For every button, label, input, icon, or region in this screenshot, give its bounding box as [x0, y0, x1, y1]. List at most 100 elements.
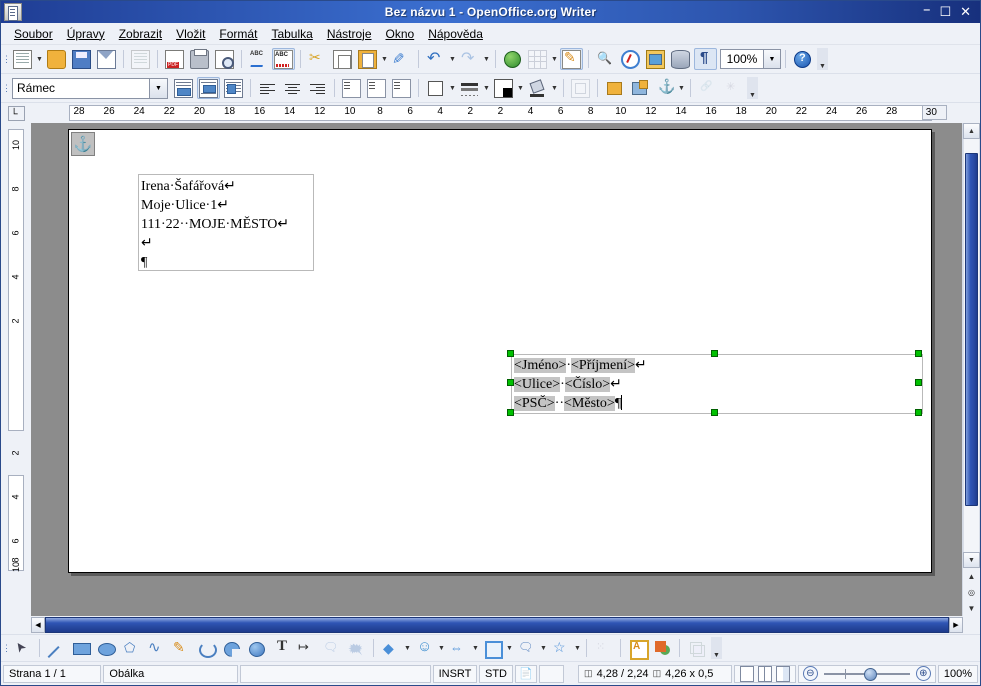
- formatting-marks-button[interactable]: [694, 48, 717, 70]
- line-style-button[interactable]: [458, 77, 481, 99]
- border-style-dropdown[interactable]: ▼: [448, 77, 457, 99]
- drawing-toolbar-grip[interactable]: ⋮: [2, 638, 11, 658]
- field-psc[interactable]: <PSČ>: [514, 396, 555, 411]
- scroll-down-button[interactable]: ▼: [963, 552, 980, 568]
- open-button[interactable]: [45, 48, 68, 70]
- circle-segment-button[interactable]: [245, 637, 268, 659]
- zoom-slider-thumb[interactable]: [864, 667, 878, 681]
- multi-page-view-icon[interactable]: [757, 665, 772, 682]
- zoom-slider[interactable]: ⊖ ⊕: [797, 664, 936, 683]
- insert-table-button[interactable]: [526, 48, 549, 70]
- copy-button[interactable]: [331, 48, 354, 70]
- menu-tabulka[interactable]: Tabulka: [264, 25, 319, 43]
- stars-button[interactable]: [549, 637, 572, 659]
- sender-address-frame[interactable]: Irena·Šafářová↵ Moje·Ulice·1↵ 111·22··MO…: [138, 174, 314, 271]
- resize-handle-bottom-right[interactable]: [915, 409, 922, 416]
- symbol-shapes-button[interactable]: [413, 637, 436, 659]
- selection-mode-field[interactable]: STD: [479, 664, 513, 683]
- zoom-slider-track[interactable]: [823, 667, 910, 681]
- menu-soubor[interactable]: Soubor: [7, 25, 60, 43]
- vertical-scroll-thumb[interactable]: [965, 153, 978, 506]
- menu-vlozit[interactable]: Vložit: [169, 25, 212, 43]
- standard-toolbar-overflow[interactable]: ▼: [817, 48, 828, 70]
- line-color-dropdown[interactable]: ▼: [516, 77, 525, 99]
- edit-points-button[interactable]: [592, 637, 615, 659]
- rectangle-tool-button[interactable]: [70, 637, 93, 659]
- callout-shapes-dropdown[interactable]: ▼: [539, 637, 548, 659]
- block-arrows-dropdown[interactable]: ▼: [471, 637, 480, 659]
- minimize-button[interactable]: –: [923, 1, 931, 16]
- send-to-back-button[interactable]: [628, 77, 651, 99]
- print-button[interactable]: [188, 48, 211, 70]
- menu-zobrazit[interactable]: Zobrazit: [112, 25, 169, 43]
- menu-format[interactable]: Formát: [212, 25, 264, 43]
- email-document-button[interactable]: [95, 48, 118, 70]
- maximize-button[interactable]: ☐: [939, 6, 951, 19]
- edit-mode-button[interactable]: [560, 48, 583, 70]
- page-count-field[interactable]: Strana 1 / 1: [3, 664, 102, 683]
- menu-okno[interactable]: Okno: [379, 25, 422, 43]
- autospellcheck-button[interactable]: [272, 48, 295, 70]
- align-top-button[interactable]: [340, 77, 363, 99]
- resize-handle-top-left[interactable]: [507, 350, 514, 357]
- curve-tool-button[interactable]: [145, 637, 168, 659]
- menu-upravy[interactable]: Úpravy: [60, 25, 112, 43]
- view-layout-field[interactable]: [733, 664, 796, 683]
- tab-stop-icon[interactable]: [7, 105, 25, 121]
- frame-toolbar-grip[interactable]: ⋮: [2, 78, 11, 98]
- bring-to-front-button[interactable]: [603, 77, 626, 99]
- document-page[interactable]: ⚓ Irena·Šafářová↵ Moje·Ulice·1↵ 111·22··…: [68, 129, 932, 573]
- recipient-frame-selection[interactable]: <Jméno>·<Příjmení>↵ <Ulice>·<Číslo>↵ <PS…: [507, 350, 923, 416]
- export-pdf-button[interactable]: [163, 48, 186, 70]
- freeform-line-button[interactable]: [170, 637, 193, 659]
- symbol-shapes-dropdown[interactable]: ▼: [437, 637, 446, 659]
- save-button[interactable]: [70, 48, 93, 70]
- select-tool-button[interactable]: [11, 637, 34, 659]
- basic-shapes-button[interactable]: [379, 637, 402, 659]
- frame-properties-button[interactable]: [569, 77, 592, 99]
- background-color-dropdown[interactable]: ▼: [550, 77, 559, 99]
- fontwork-button[interactable]: [626, 637, 649, 660]
- align-center-button[interactable]: [281, 77, 304, 99]
- vertical-scrollbar[interactable]: ▲ ▼ ▲ ◎ ▼: [962, 123, 980, 616]
- undo-button[interactable]: [424, 48, 447, 70]
- scroll-left-button[interactable]: ◀: [31, 617, 45, 633]
- ruler-corner[interactable]: [1, 103, 31, 123]
- border-style-button[interactable]: [424, 77, 447, 99]
- redo-dropdown[interactable]: ▼: [482, 48, 491, 70]
- vertical-callout-button[interactable]: [345, 637, 368, 661]
- previous-page-button[interactable]: ▲: [963, 568, 980, 584]
- menu-napoveda[interactable]: Nápověda: [421, 25, 490, 43]
- frame-toolbar-overflow[interactable]: ▼: [747, 77, 758, 99]
- resize-handle-bottom-left[interactable]: [507, 409, 514, 416]
- language-field[interactable]: [239, 664, 431, 683]
- field-ulice[interactable]: <Ulice>: [514, 377, 561, 392]
- basic-shapes-dropdown[interactable]: ▼: [403, 637, 412, 659]
- scroll-right-button[interactable]: ▶: [949, 617, 963, 633]
- position-size-field[interactable]: ◫ 4,28 / 2,24 ◫ 4,26 x 0,5: [578, 664, 732, 683]
- horizontal-ruler[interactable]: 28 26 24 22 20 18 16 14 12 10 8 6 4 2 2 4 6 8 10 12 14 16 18 20…: [31, 103, 966, 123]
- extrusion-button[interactable]: [685, 637, 708, 659]
- stars-dropdown[interactable]: ▼: [573, 637, 582, 659]
- ellipse-tool-button[interactable]: [95, 637, 118, 659]
- menu-nastroje[interactable]: Nástroje: [320, 25, 379, 43]
- line-color-button[interactable]: [492, 77, 515, 99]
- navigation-select-button[interactable]: ◎: [963, 584, 980, 600]
- digital-signature-field[interactable]: [539, 664, 565, 683]
- align-middle-button[interactable]: [365, 77, 388, 99]
- drawing-toolbar-overflow[interactable]: ▼: [711, 637, 722, 659]
- book-view-icon[interactable]: [775, 665, 790, 682]
- redo-button[interactable]: [458, 48, 481, 70]
- paste-button[interactable]: [356, 48, 379, 70]
- clone-formatting-button[interactable]: [390, 48, 413, 70]
- spelling-button[interactable]: [247, 48, 270, 70]
- arc-tool-button[interactable]: [195, 637, 218, 659]
- frame-style-combo[interactable]: Rámec ▼: [12, 77, 168, 99]
- field-cislo[interactable]: <Číslo>: [564, 377, 611, 392]
- flowchart-dropdown[interactable]: ▼: [505, 637, 514, 659]
- background-color-button[interactable]: [526, 77, 549, 99]
- zoom-dropdown-arrow[interactable]: ▼: [764, 49, 781, 69]
- flowchart-button[interactable]: [481, 637, 504, 659]
- new-document-dropdown[interactable]: ▼: [35, 48, 44, 70]
- print-preview-button[interactable]: [213, 48, 236, 70]
